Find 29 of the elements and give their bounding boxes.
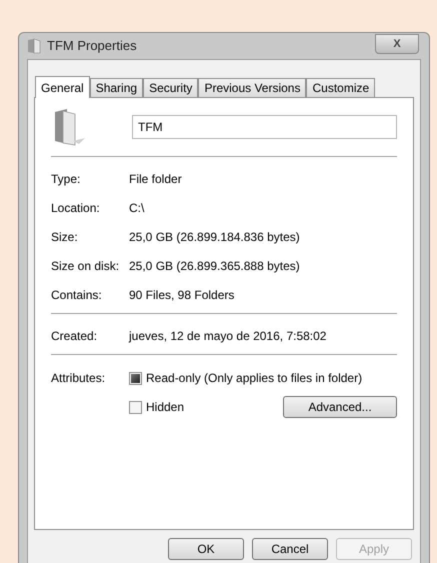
folder-icon [27,38,41,54]
property-value: 25,0 GB (26.899.184.836 bytes) [129,228,300,246]
property-value: 90 Files, 98 Folders [129,286,234,304]
advanced-button[interactable]: Advanced... [283,396,397,418]
property-label: Contains: [51,286,103,304]
dialog-button[interactable]: OK [168,538,244,560]
property-label: Size: [51,228,79,246]
property-value: 25,0 GB (26.899.365.888 bytes) [129,258,300,274]
checkbox-label: Hidden [146,399,184,416]
name-field[interactable]: TFM [132,115,397,139]
tab[interactable]: Customize [306,78,376,97]
dialog-button[interactable]: Cancel [252,538,328,560]
property-value: C:\ [129,200,144,216]
checkbox-label: Read-only (Only applies to files in folder) [146,370,362,387]
property-label: Location: [51,200,101,216]
checkbox[interactable] [129,400,142,414]
property-label: Created: [51,328,98,344]
close-button[interactable]: X [375,34,419,54]
tab[interactable]: Sharing [90,78,144,97]
tab[interactable]: Previous Versions [198,78,306,97]
attributes-label: Attributes: [51,370,106,387]
property-value: jueves, 12 de mayo de 2016, 7:58:02 [129,328,326,344]
property-label: Size on disk: [51,258,120,274]
property-value: File folder [129,170,182,188]
tab[interactable]: Security [143,78,198,97]
property-label: Type: [51,170,82,188]
checkbox[interactable] [129,372,142,384]
tab[interactable]: General [35,76,90,98]
window-title: TFM Properties [47,37,137,56]
